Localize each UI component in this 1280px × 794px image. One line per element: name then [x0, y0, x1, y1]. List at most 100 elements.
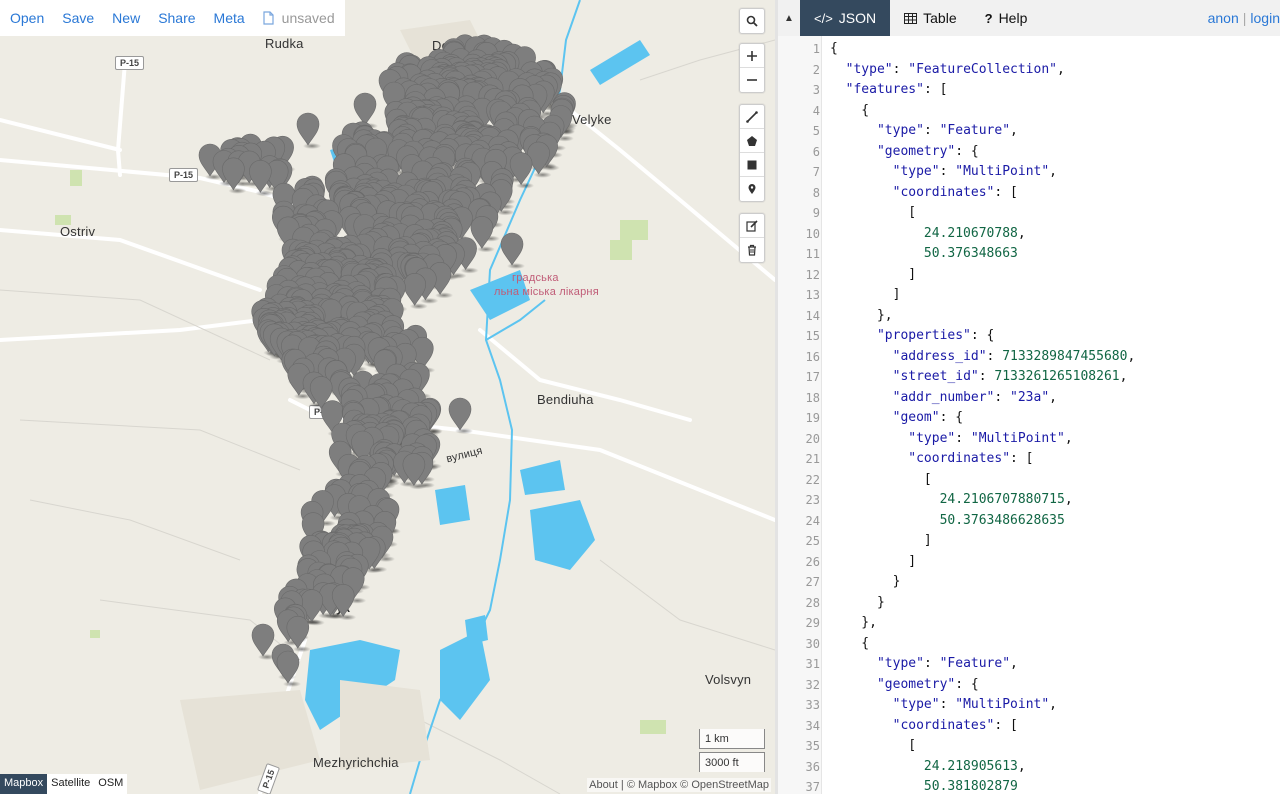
marker-shadow [338, 614, 357, 621]
side-panel: ▲ </> JSON Table ? Help anon | login 1 {2 "… [778, 0, 1280, 794]
map-marker-pin[interactable] [296, 112, 320, 146]
line-number: 24 [805, 513, 820, 528]
login-link[interactable]: login [1250, 10, 1280, 26]
line-number: 22 [805, 472, 820, 487]
marker-shadow [306, 619, 325, 626]
new-button[interactable]: New [112, 10, 140, 26]
line-number: 35 [805, 739, 820, 753]
line-code: "type": "MultiPoint", [908, 430, 1073, 446]
share-button[interactable]: Share [158, 10, 195, 26]
file-status-label: unsaved [281, 10, 335, 26]
plus-icon [747, 50, 757, 61]
draw-marker-button[interactable] [740, 177, 764, 201]
map-marker-pin[interactable] [251, 623, 275, 657]
zoom-in-button[interactable] [740, 44, 764, 68]
save-button[interactable]: Save [62, 10, 94, 26]
search-button[interactable] [740, 9, 764, 33]
polygon-icon [747, 135, 757, 146]
marker-shadow [255, 190, 274, 197]
marker-layer [198, 34, 578, 687]
anon-link[interactable]: anon [1208, 10, 1239, 26]
marker-shadow [476, 246, 495, 253]
line-number: 31 [805, 657, 820, 671]
layer-satellite[interactable]: Satellite [47, 774, 95, 794]
app-root: Rudka Dobriachyn Velyke Ostriv Bendiuha … [0, 0, 1280, 794]
line-code: { [830, 102, 870, 118]
open-button[interactable]: Open [10, 10, 44, 26]
marker-shadow [507, 263, 525, 269]
line-number: 21 [805, 452, 820, 466]
line-number: 8 [812, 185, 820, 200]
collapse-panel-button[interactable]: ▲ [778, 0, 800, 36]
line-code: [ [830, 738, 917, 753]
line-code: { [830, 41, 838, 56]
line-code: "geometry": { [876, 676, 979, 692]
zoom-out-button[interactable] [740, 68, 764, 92]
tab-json[interactable]: </> JSON [800, 0, 891, 36]
line-number: 20 [805, 431, 820, 446]
marker-shadow [303, 143, 321, 149]
map-canvas[interactable]: Rudka Dobriachyn Velyke Ostriv Bendiuha … [0, 0, 775, 794]
line-code: "coordinates": [ [892, 717, 1018, 733]
line-number: 23 [805, 493, 820, 507]
line-code: { [830, 635, 870, 651]
edit-control [739, 213, 765, 263]
line-code: "geometry": { [876, 143, 979, 159]
caret-up-icon: ▲ [784, 12, 794, 24]
file-status: unsaved [263, 10, 335, 26]
line-code: [ [830, 471, 932, 487]
layer-mapbox[interactable]: Mapbox [0, 774, 48, 794]
line-code: }, [830, 307, 893, 323]
marker-shadow [460, 267, 479, 274]
edit-icon [746, 219, 758, 232]
map-attribution[interactable]: About | © Mapbox © OpenStreetMap [587, 778, 771, 792]
line-number: 10 [805, 226, 820, 241]
layer-osm[interactable]: OSM [94, 774, 128, 794]
line-code: "features": [ [845, 82, 948, 97]
meta-button[interactable]: Meta [214, 10, 245, 26]
file-icon [263, 11, 274, 25]
line-code: "properties": { [876, 328, 995, 343]
marker-shadow [533, 171, 552, 178]
tab-help-label: Help [998, 10, 1028, 26]
line-number: 2 [812, 62, 820, 77]
scale-imperial: 3000 ft [699, 752, 765, 772]
line-number: 5 [812, 124, 820, 138]
line-number: 19 [805, 411, 820, 425]
line-number: 33 [805, 698, 820, 712]
line-number: 13 [805, 288, 820, 302]
map-marker-pin[interactable] [500, 232, 524, 266]
line-number: 28 [805, 595, 820, 610]
delete-button[interactable] [740, 238, 764, 262]
line-number: 6 [812, 144, 820, 159]
map-marker-pin[interactable] [353, 92, 377, 126]
json-editor[interactable]: 1 {2 "type": "FeatureCollection", 3 "featu… [778, 36, 1280, 794]
map-marker-pin[interactable] [448, 397, 472, 431]
line-icon [746, 110, 758, 123]
line-number: 25 [805, 534, 820, 548]
draw-line-button[interactable] [740, 105, 764, 129]
line-code: ] [830, 553, 917, 569]
line-code: "geom": { [892, 410, 964, 425]
line-code: ] [830, 287, 901, 302]
line-number: 34 [805, 718, 820, 733]
line-number: 11 [805, 247, 820, 261]
line-number: 36 [805, 759, 820, 774]
marker-shadow [420, 297, 439, 304]
draw-rectangle-button[interactable] [740, 153, 764, 177]
square-icon [747, 160, 757, 169]
line-number: 7 [812, 165, 820, 179]
tab-table[interactable]: Table [890, 0, 970, 36]
line-number: 4 [812, 103, 820, 118]
line-number: 18 [805, 390, 820, 405]
line-number: 12 [805, 267, 820, 282]
line-code: "type": "Feature", [876, 123, 1018, 138]
auth-links: anon | login [1207, 10, 1280, 26]
minus-icon [747, 79, 757, 81]
draw-polygon-button[interactable] [740, 129, 764, 153]
marker-shadow [228, 187, 247, 194]
code-icon: </> [814, 10, 833, 26]
edit-button[interactable] [740, 214, 764, 238]
line-number: 16 [805, 349, 820, 364]
tab-help[interactable]: ? Help [971, 0, 1042, 36]
